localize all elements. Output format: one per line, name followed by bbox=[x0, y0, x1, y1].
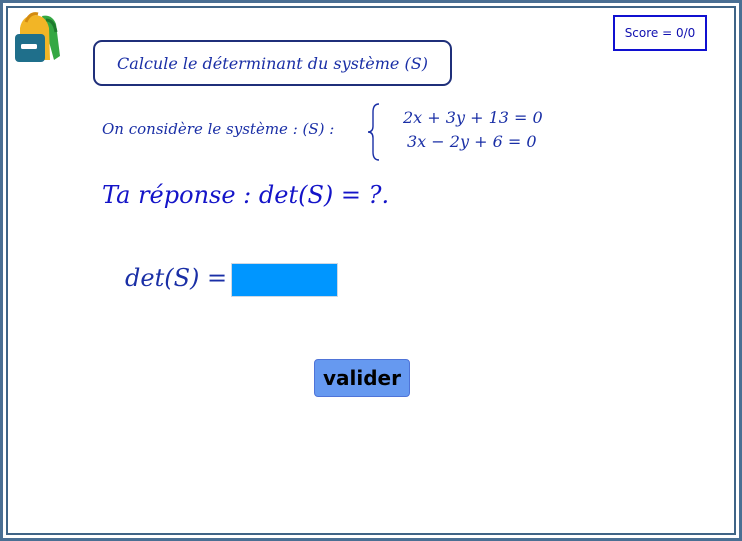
validate-button[interactable]: valider bbox=[314, 359, 410, 397]
equation-2: 3x − 2y + 6 = 0 bbox=[407, 132, 537, 151]
equation-1: 2x + 3y + 13 = 0 bbox=[403, 108, 543, 127]
det-input-field[interactable] bbox=[231, 263, 338, 297]
left-brace bbox=[367, 103, 380, 161]
system-intro: On considère le système : (S) : bbox=[102, 120, 335, 138]
answer-prompt: Ta réponse : det(S) = ?. bbox=[102, 181, 390, 209]
backpack-icon bbox=[15, 12, 60, 62]
instruction-box: Calcule le déterminant du système (S) bbox=[93, 40, 452, 86]
instruction-text: Calcule le déterminant du système (S) bbox=[117, 53, 428, 73]
det-label: det(S) = bbox=[125, 264, 228, 292]
score-display: Score = 0/0 bbox=[613, 15, 707, 51]
